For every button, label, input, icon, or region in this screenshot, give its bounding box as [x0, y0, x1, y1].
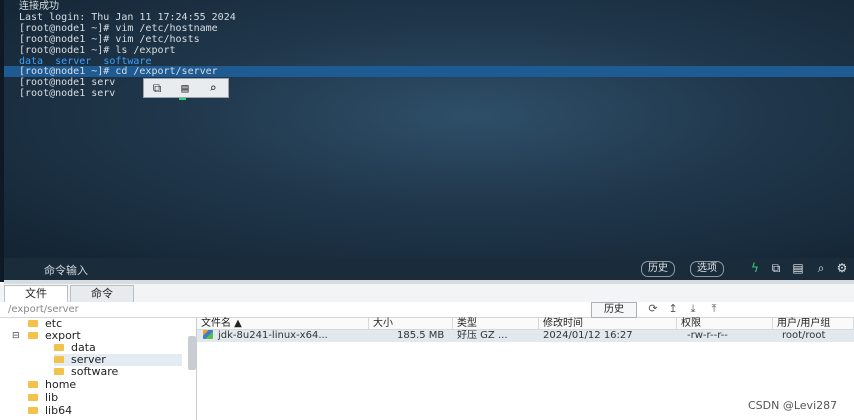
copy-icon[interactable]: ⧉ — [148, 80, 166, 96]
tree-item-label: software — [71, 365, 119, 378]
up-icon[interactable]: ↥ — [666, 302, 680, 316]
file-name-cell: jdk-8u241-linux-x64... — [203, 330, 369, 342]
terminal-line: [root@node1 ~]# ls /export — [19, 45, 176, 56]
column-header-owner[interactable]: 用户/用户组 — [773, 318, 854, 330]
file-permissions: -rw-r--r-- — [687, 330, 728, 341]
path-input[interactable]: /export/server — [8, 303, 588, 316]
file-type: 好压 GZ ... — [457, 330, 508, 341]
bottom-tab-bar: 文件 命令 — [0, 284, 854, 303]
tree-item-label: lib — [45, 391, 59, 404]
terminal-pane[interactable]: 连接成功 Last login: Thu Jan 11 17:24:55 202… — [4, 0, 854, 258]
folder-icon — [54, 367, 64, 375]
terminal-line: Last login: Thu Jan 11 17:24:55 2024 — [19, 12, 236, 23]
terminal-line: [root@node1 serv — [19, 77, 116, 88]
terminal-line-cd: [root@node1 ~]# cd /export/server — [19, 66, 218, 77]
path-history-button[interactable]: 历史 — [591, 302, 637, 318]
column-header-modified[interactable]: 修改时间 — [539, 318, 677, 330]
tree-item-label: home — [45, 378, 77, 391]
collapse-icon[interactable]: ⊟ — [12, 330, 20, 342]
tree-scrollbar[interactable] — [188, 336, 196, 370]
directory-tree: etc ⊟ export data server software home l… — [4, 318, 197, 420]
terminal-line: [root@node1 serv — [19, 88, 116, 99]
selection-context-menu: ⧉ ▤ ⌕ — [143, 78, 229, 98]
folder-icon — [28, 406, 38, 414]
history-button[interactable]: 历史 — [641, 261, 675, 277]
column-header-name[interactable]: 文件名 ▲ — [197, 318, 369, 330]
file-owner: root/root — [782, 330, 826, 341]
folder-icon — [28, 319, 38, 327]
folder-icon — [54, 343, 64, 351]
copy-icon[interactable]: ⧉ — [768, 260, 784, 276]
upload-icon[interactable]: ⤒ — [707, 302, 721, 316]
tree-item-home[interactable]: home — [28, 379, 76, 391]
column-header-type[interactable]: 类型 — [453, 318, 539, 330]
tab-commands[interactable]: 命令 — [70, 285, 134, 302]
tree-item-software[interactable]: software — [54, 366, 118, 378]
folder-icon — [28, 380, 38, 388]
gear-icon[interactable]: ⚙ — [834, 260, 850, 276]
table-row[interactable]: jdk-8u241-linux-x64... 185.5 MB 好压 GZ ..… — [197, 330, 854, 342]
options-button[interactable]: 选项 — [690, 261, 724, 277]
command-input-bar: 命令输入 历史 选项 ϟ ⧉ ▤ ⌕ ⚙ — [4, 258, 854, 280]
tree-item-lib[interactable]: lib — [28, 392, 58, 404]
search-icon[interactable]: ⌕ — [813, 260, 829, 276]
ssh-client-window: 连接成功 Last login: Thu Jan 11 17:24:55 202… — [0, 0, 854, 420]
refresh-icon[interactable]: ⟳ — [646, 302, 660, 316]
folder-icon — [54, 355, 64, 363]
column-header-size[interactable]: 大小 — [369, 318, 453, 330]
tab-files[interactable]: 文件 — [4, 285, 68, 302]
lightning-icon[interactable]: ϟ — [747, 260, 763, 276]
tree-item-label: lib64 — [45, 404, 73, 417]
archive-icon — [203, 330, 213, 339]
command-input-label[interactable]: 命令输入 — [44, 262, 88, 278]
column-header-permissions[interactable]: 权限 — [677, 318, 773, 330]
folder-icon — [28, 331, 38, 339]
file-name: jdk-8u241-linux-x64... — [218, 330, 328, 341]
watermark: CSDN @Levi287 — [748, 399, 838, 412]
paste-icon[interactable]: ▤ — [790, 260, 806, 276]
folder-icon — [28, 393, 38, 401]
file-size: 185.5 MB — [397, 330, 445, 341]
file-modified: 2024/01/12 16:27 — [543, 330, 633, 341]
download-icon[interactable]: ⤓ — [686, 302, 700, 316]
tree-item-lib64[interactable]: lib64 — [28, 405, 72, 417]
terminal-line: 连接成功 — [19, 1, 59, 12]
path-bar: /export/server 历史 ⟳ ↥ ⤓ ⤒ — [0, 302, 854, 318]
terminal-line: [root@node1 ~]# vim /etc/hostname — [19, 23, 218, 34]
terminal-line: [root@node1 ~]# vim /etc/hosts — [19, 34, 200, 45]
search-icon[interactable]: ⌕ — [204, 80, 222, 96]
paste-icon[interactable]: ▤ — [176, 80, 194, 96]
